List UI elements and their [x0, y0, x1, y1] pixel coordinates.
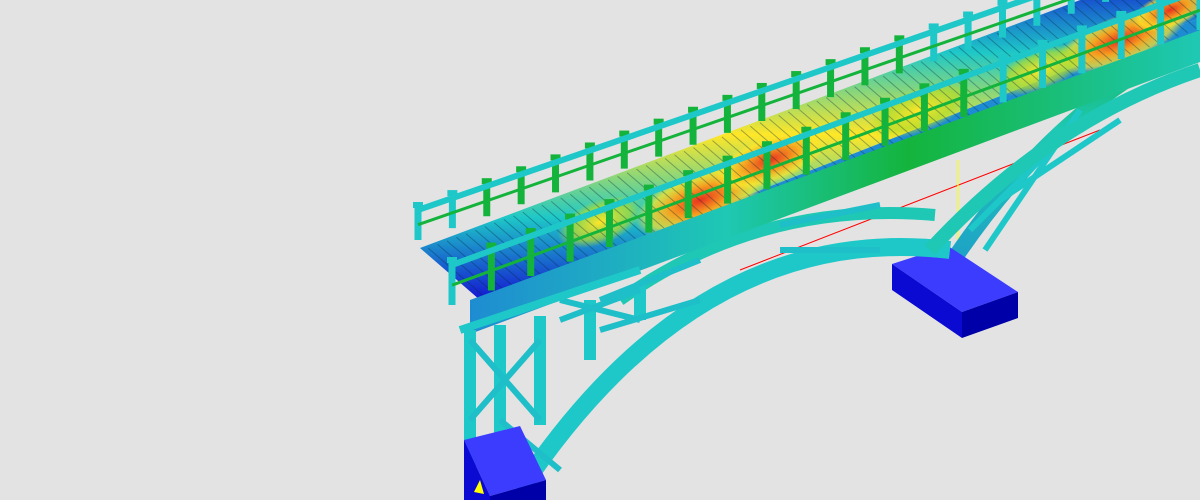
- 3d-viewport[interactable]: [0, 0, 1200, 500]
- pier-block-right: [892, 246, 1018, 338]
- bridge-stress-render: [413, 0, 1200, 500]
- near-railing-mid-rail: [451, 8, 1200, 287]
